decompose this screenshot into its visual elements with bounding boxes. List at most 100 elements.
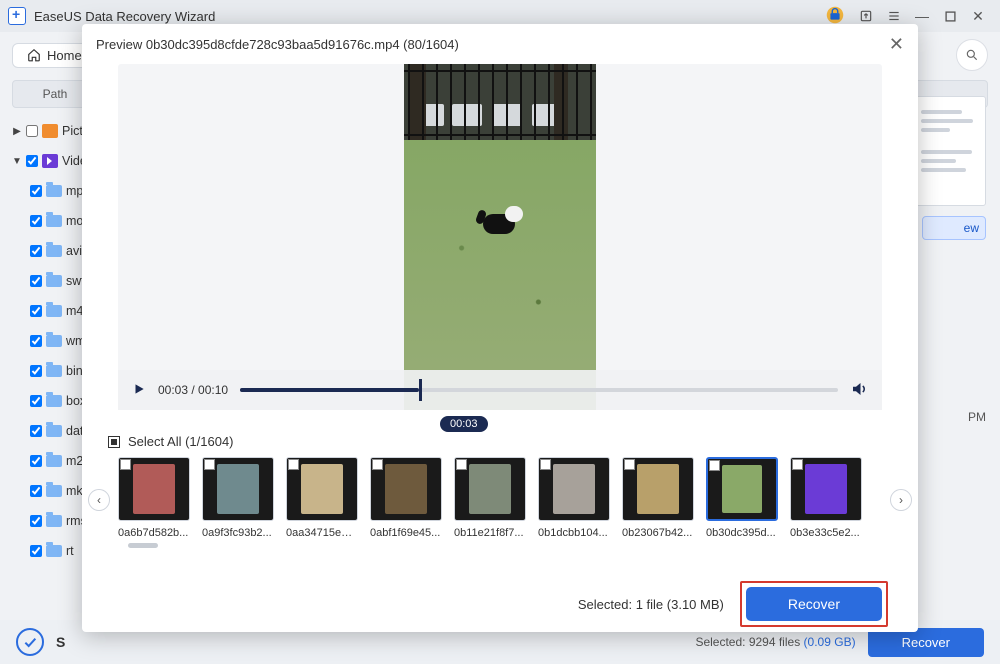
folder-icon (46, 455, 62, 467)
home-label: Home (47, 48, 82, 63)
select-all-label: Select All (1/1604) (128, 434, 234, 449)
select-all-row[interactable]: Select All (1/1604) (108, 434, 918, 449)
close-button[interactable]: ✕ (964, 5, 992, 27)
scan-letter: S (56, 634, 65, 650)
time-display: 00:03 / 00:10 (158, 383, 228, 397)
thumb-checkbox[interactable] (456, 459, 467, 470)
select-all-checkbox[interactable] (108, 436, 120, 448)
pictures-checkbox[interactable] (26, 125, 38, 137)
videos-icon (42, 154, 58, 168)
modal-selected-info: Selected: 1 file (3.10 MB) (578, 597, 724, 612)
folder-checkbox[interactable] (30, 425, 42, 437)
folder-checkbox[interactable] (30, 365, 42, 377)
app-title: EaseUS Data Recovery Wizard (34, 9, 215, 24)
folder-checkbox[interactable] (30, 395, 42, 407)
folder-checkbox[interactable] (30, 215, 42, 227)
folder-checkbox[interactable] (30, 515, 42, 527)
ew-chip[interactable]: ew (922, 216, 986, 240)
preview-modal: Preview 0b30dc395d8cfde728c93baa5d91676c… (82, 24, 918, 632)
thumb-checkbox[interactable] (288, 459, 299, 470)
path-label: Path (25, 87, 85, 101)
folder-icon (46, 545, 62, 557)
seek-time-bubble: 00:03 (440, 416, 488, 432)
folder-checkbox[interactable] (30, 545, 42, 557)
folder-icon (46, 395, 62, 407)
folder-icon (46, 245, 62, 257)
thumb-filename: 0b1dcbb104... (538, 527, 610, 539)
thumbnail-item[interactable]: 0b3e33c5e2... (790, 457, 862, 539)
recover-button[interactable]: Recover (746, 587, 882, 621)
folder-checkbox[interactable] (30, 485, 42, 497)
folder-icon (46, 425, 62, 437)
video-preview[interactable]: 00:03 / 00:10 (118, 64, 882, 410)
folder-checkbox[interactable] (30, 305, 42, 317)
modal-header: Preview 0b30dc395d8cfde728c93baa5d91676c… (82, 24, 918, 64)
folder-label: avi (66, 244, 82, 258)
folder-label: bin (66, 364, 83, 378)
play-button[interactable] (132, 382, 146, 399)
search-button[interactable] (956, 39, 988, 71)
strip-next-button[interactable]: › (890, 489, 912, 511)
folder-icon (46, 485, 62, 497)
folder-icon (46, 365, 62, 377)
chevron-right-icon[interactable]: ▶ (12, 126, 22, 137)
video-subject (477, 204, 523, 240)
folder-icon (46, 185, 62, 197)
thumbnail-item[interactable]: 0b11e21f8f7... (454, 457, 526, 539)
video-controls: 00:03 / 00:10 (118, 370, 882, 410)
thumb-filename: 0b23067b42... (622, 527, 694, 539)
folder-icon (46, 305, 62, 317)
thumb-filename: 0b30dc395d... (706, 527, 778, 539)
preview-thumbnail-peek (914, 96, 986, 206)
thumb-checkbox[interactable] (709, 460, 720, 471)
chevron-down-icon[interactable]: ▼ (12, 156, 22, 167)
video-frame (404, 64, 596, 410)
folder-icon (46, 335, 62, 347)
app-logo-icon (8, 7, 26, 25)
folder-checkbox[interactable] (30, 245, 42, 257)
folder-label: dat (66, 424, 83, 438)
thumbnail-strip: ‹ › 0a6b7d582b... 0a9f3fc93b2... 0aa34715e… (82, 457, 918, 539)
seek-bar[interactable] (240, 388, 838, 392)
folder-checkbox[interactable] (30, 455, 42, 467)
thumb-filename: 0b3e33c5e2... (790, 527, 862, 539)
folder-checkbox[interactable] (30, 275, 42, 287)
modal-footer: Selected: 1 file (3.10 MB) Recover (82, 576, 918, 632)
thumb-filename: 0abf1f69e45... (370, 527, 442, 539)
folder-checkbox[interactable] (30, 185, 42, 197)
thumb-filename: 0aa34715e6f... (286, 527, 358, 539)
folder-checkbox[interactable] (30, 335, 42, 347)
thumb-filename: 0b11e21f8f7... (454, 527, 526, 539)
maximize-button[interactable] (936, 5, 964, 27)
thumbnail-item[interactable]: 0b30dc395d... (706, 457, 778, 539)
folder-label: rt (66, 544, 74, 558)
thumb-filename: 0a9f3fc93b2... (202, 527, 274, 539)
scan-complete-icon (16, 628, 44, 656)
pictures-icon (42, 124, 58, 138)
strip-prev-button[interactable]: ‹ (88, 489, 110, 511)
thumbnail-item[interactable]: 0a9f3fc93b2... (202, 457, 274, 539)
folder-icon (46, 275, 62, 287)
thumb-checkbox[interactable] (540, 459, 551, 470)
thumb-checkbox[interactable] (372, 459, 383, 470)
pm-label: PM (968, 410, 986, 424)
modal-close-button[interactable]: ✕ (889, 34, 904, 55)
videos-checkbox[interactable] (26, 155, 38, 167)
thumbnail-item[interactable]: 0b1dcbb104... (538, 457, 610, 539)
thumb-checkbox[interactable] (120, 459, 131, 470)
thumbnail-item[interactable]: 0a6b7d582b... (118, 457, 190, 539)
thumb-checkbox[interactable] (792, 459, 803, 470)
volume-icon[interactable] (850, 380, 868, 401)
thumbnail-item[interactable]: 0abf1f69e45... (370, 457, 442, 539)
thumb-checkbox[interactable] (204, 459, 215, 470)
recover-highlight: Recover (740, 581, 888, 627)
folder-icon (46, 515, 62, 527)
strip-scrollbar[interactable] (128, 543, 158, 548)
thumbnail-item[interactable]: 0b23067b42... (622, 457, 694, 539)
thumb-filename: 0a6b7d582b... (118, 527, 190, 539)
modal-title: Preview 0b30dc395d8cfde728c93baa5d91676c… (96, 37, 459, 52)
folder-icon (46, 215, 62, 227)
selection-info: Selected: 9294 files (0.09 GB) (695, 635, 855, 649)
thumb-checkbox[interactable] (624, 459, 635, 470)
thumbnail-item[interactable]: 0aa34715e6f... (286, 457, 358, 539)
